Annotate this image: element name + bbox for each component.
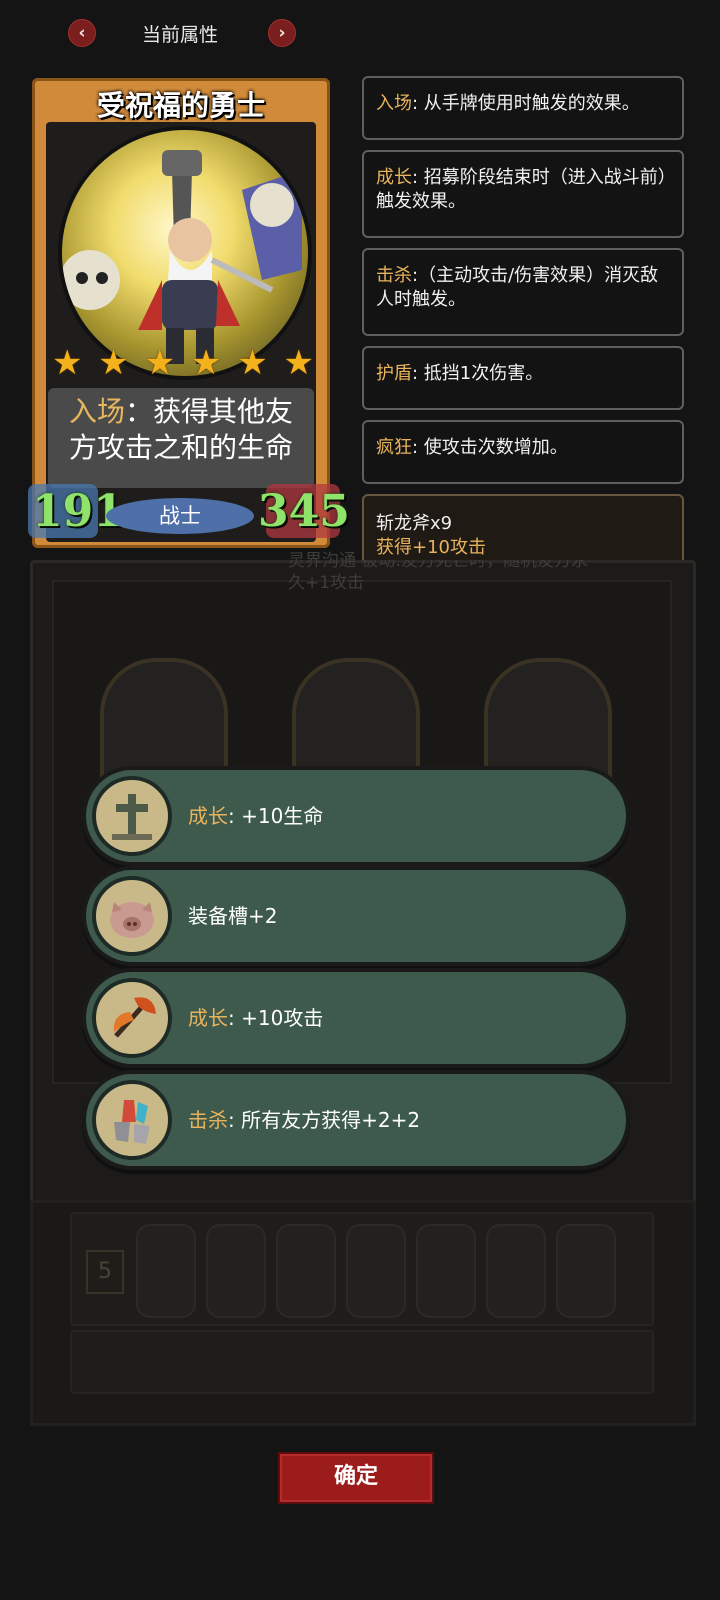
reward-option[interactable]: 装备槽+2 (86, 870, 626, 962)
background-mini-card (416, 1224, 476, 1318)
reward-option[interactable]: 成长: +10攻击 (86, 972, 626, 1064)
star-icon: ★ (144, 343, 176, 383)
star-icon: ★ (52, 343, 83, 383)
equipment-effect: 获得+10攻击 (376, 537, 486, 558)
background-mini-card (556, 1224, 616, 1318)
card-name: 受祝福的勇士 (96, 89, 265, 122)
keyword-tooltip: 疯狂: 使攻击次数增加。 (362, 420, 684, 484)
background-level-badge: 5 (86, 1250, 124, 1294)
star-icon: ★ (283, 343, 314, 383)
character-card: 受祝福的勇士 ★ ★ ★ ★ ★ ★ 入场：获得其他友 方攻击之和的生命 (32, 78, 330, 548)
option-text: 击杀: 所有友方获得+2+2 (188, 1108, 421, 1132)
class-label: 战士 (106, 498, 254, 534)
crystal-shield-icon (92, 1080, 172, 1160)
reward-option[interactable]: 成长: +10生命 (86, 770, 626, 862)
equipment-name: 斩龙斧x9 (376, 513, 453, 534)
star-icon: ★ (190, 343, 222, 383)
confirm-button[interactable]: 确定 (278, 1452, 434, 1504)
option-text: 成长: +10攻击 (188, 1006, 324, 1030)
background-mini-card (276, 1224, 336, 1318)
keyword-tooltip: 成长: 招募阶段结束时（进入战斗前）触发效果。 (362, 150, 684, 238)
pig-icon (92, 876, 172, 956)
effect-keyword: 入场 (68, 395, 125, 428)
grave-cross-icon (92, 776, 172, 856)
star-icon: ★ (98, 343, 129, 383)
page-title: 当前属性 (141, 24, 218, 46)
option-text: 装备槽+2 (188, 904, 278, 928)
keyword-tooltip: 护盾: 抵挡1次伤害。 (362, 346, 684, 410)
card-effect-text: 入场：获得其他友 方攻击之和的生命 (48, 388, 314, 488)
background-bench-row: 5 (70, 1212, 654, 1326)
background-mini-card (346, 1224, 406, 1318)
background-mini-card (486, 1224, 546, 1318)
prev-arrow-button[interactable]: ‹ (68, 19, 96, 47)
next-arrow-button[interactable]: › (268, 19, 296, 47)
warrior-illustration-icon (62, 150, 302, 364)
keyword-tooltip: 击杀:（主动攻击/伤害效果）消灭敌人时触发。 (362, 248, 684, 336)
character-portrait (58, 126, 312, 380)
reward-option[interactable]: 击杀: 所有友方获得+2+2 (86, 1074, 626, 1166)
star-rating: ★ ★ ★ ★ ★ ★ (52, 344, 314, 382)
equipment-tooltip: 斩龙斧x9 获得+10攻击 (362, 494, 684, 560)
axe-icon (92, 978, 172, 1058)
star-icon: ★ (237, 343, 268, 383)
chevron-right-icon: › (278, 23, 286, 43)
health-value: 345 (258, 486, 350, 537)
option-text: 成长: +10生命 (188, 804, 324, 828)
background-mini-card (206, 1224, 266, 1318)
keyword-tooltip: 入场: 从手牌使用时触发的效果。 (362, 76, 684, 140)
background-bench-row (70, 1330, 654, 1394)
chevron-left-icon: ‹ (78, 23, 86, 43)
background-mini-card (136, 1224, 196, 1318)
